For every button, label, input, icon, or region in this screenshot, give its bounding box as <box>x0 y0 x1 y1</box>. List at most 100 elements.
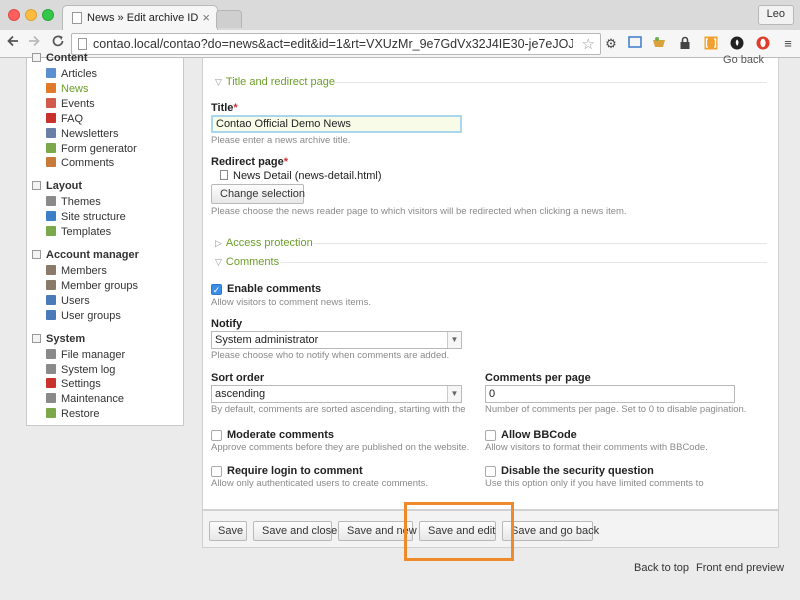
legend-access-protection[interactable]: ▷ Access protection <box>215 237 313 249</box>
change-selection-button[interactable]: Change selection <box>211 184 305 204</box>
nav-group-layout[interactable]: Layout <box>32 180 82 192</box>
edit-form: Go back ▽ Title and redirect page Title* … <box>202 54 779 510</box>
save-button[interactable]: Save <box>209 521 247 541</box>
required-mark: * <box>283 156 289 168</box>
window-titlebar: News » Edit archive ID 1 - × Leo <box>0 0 800 31</box>
lock-icon[interactable] <box>677 36 693 52</box>
front-end-preview-link[interactable]: Front end preview <box>696 562 784 574</box>
moderate-comments-checkbox[interactable] <box>211 430 222 441</box>
save-and-go-back-button[interactable]: Save and go back <box>502 521 599 541</box>
enable-comments-checkbox[interactable]: ✓ <box>211 284 222 295</box>
nav-group-label: System <box>46 332 86 345</box>
collapse-toggle-icon[interactable] <box>32 250 41 259</box>
gear-icon[interactable]: ⚙ <box>603 36 619 52</box>
divider <box>333 82 767 83</box>
user-groups-icon <box>46 309 56 320</box>
sidebar-item-label: Restore <box>61 408 100 421</box>
browser-tab-active[interactable]: News » Edit archive ID 1 - × <box>62 5 218 31</box>
page-info-icon[interactable] <box>78 38 87 50</box>
sidebar-item-themes[interactable]: Themes <box>46 196 101 208</box>
tab-close-icon[interactable]: × <box>202 10 210 25</box>
comments-per-page-input[interactable] <box>485 385 735 403</box>
sidebar-item-form-generator[interactable]: Form generator <box>46 142 137 155</box>
allow-bbcode-checkbox[interactable] <box>485 430 496 441</box>
sidebar-item-label: File manager <box>61 348 126 361</box>
sidebar-item-news[interactable]: News <box>46 82 89 95</box>
disable-security-question-checkbox[interactable] <box>485 466 496 477</box>
go-back-link[interactable]: Go back <box>723 54 764 66</box>
redirect-label: Redirect page* <box>211 156 288 168</box>
notify-select[interactable]: System administrator ▼ <box>211 331 462 349</box>
url-text: contao.local/contao?do=news&act=edit&id=… <box>93 37 573 51</box>
require-login-label[interactable]: Require login to comment <box>227 465 363 477</box>
sidebar-item-events[interactable]: Events <box>46 97 95 110</box>
allow-bbcode-label[interactable]: Allow BBCode <box>501 429 577 441</box>
sidebar-item-user-groups[interactable]: User groups <box>46 309 121 322</box>
sidebar-item-label: Articles <box>61 68 98 80</box>
notify-selected-value: System administrator <box>215 334 319 346</box>
shield-icon[interactable] <box>729 36 745 52</box>
nav-group-system[interactable]: System <box>32 333 85 345</box>
opera-icon[interactable] <box>755 36 771 52</box>
save-and-new-button[interactable]: Save and new <box>338 521 417 541</box>
bracket-icon[interactable] <box>703 36 719 52</box>
require-login-help: Allow only authenticated users to create… <box>211 478 429 489</box>
bookmark-star-icon[interactable]: ☆ <box>582 35 595 53</box>
back-icon[interactable] <box>4 34 22 52</box>
disable-security-question-label[interactable]: Disable the security question <box>501 465 654 477</box>
sidebar-item-restore[interactable]: Restore <box>46 408 100 420</box>
window-maximize-button[interactable] <box>42 9 54 21</box>
member-groups-icon <box>46 279 56 290</box>
enable-comments-help: Allow visitors to comment news items. <box>211 297 371 308</box>
sidebar-item-templates[interactable]: Templates <box>46 226 111 238</box>
moderate-comments-label[interactable]: Moderate comments <box>227 429 334 441</box>
sidebar-item-users[interactable]: Users <box>46 294 90 307</box>
basket-icon[interactable] <box>651 36 667 52</box>
sidebar-item-faq[interactable]: FAQ <box>46 112 83 125</box>
require-login-checkbox[interactable] <box>211 466 222 477</box>
sidebar-item-comments[interactable]: Comments <box>46 157 114 169</box>
sidebar-item-site-structure[interactable]: Site structure <box>46 211 126 223</box>
sidebar-item-maintenance[interactable]: Maintenance <box>46 393 124 405</box>
allow-bbcode-help: Allow visitors to format their comments … <box>485 442 708 453</box>
forward-icon[interactable] <box>25 34 43 52</box>
redirect-help: Please choose the news reader page to wh… <box>211 206 627 217</box>
save-and-close-button[interactable]: Save and close <box>253 521 337 541</box>
sidebar-item-file-manager[interactable]: File manager <box>46 348 126 361</box>
window-close-button[interactable] <box>8 9 20 21</box>
sidebar-item-members[interactable]: Members <box>46 265 107 277</box>
collapse-toggle-icon[interactable] <box>32 333 41 343</box>
sidebar-item-settings[interactable]: Settings <box>46 378 101 390</box>
nav-group-content[interactable]: Content <box>32 52 88 64</box>
chevron-down-icon: ▼ <box>447 332 461 348</box>
menu-icon[interactable]: ≡ <box>780 36 796 52</box>
sort-order-select[interactable]: ascending ▼ <box>211 385 462 403</box>
screenshot-icon[interactable] <box>627 36 643 52</box>
nav-group-account-manager[interactable]: Account manager <box>32 249 139 261</box>
sidebar-item-system-log[interactable]: System log <box>46 363 115 376</box>
collapse-toggle-icon[interactable] <box>32 181 41 191</box>
collapse-toggle-icon[interactable] <box>32 53 41 62</box>
reload-icon[interactable] <box>49 34 67 52</box>
title-input[interactable] <box>211 115 462 133</box>
back-to-top-link[interactable]: Back to top <box>634 562 689 574</box>
address-bar[interactable]: contao.local/contao?do=news&act=edit&id=… <box>71 33 601 55</box>
legend-title-redirect[interactable]: ▽ Title and redirect page <box>215 76 335 88</box>
legend-comments[interactable]: ▽ Comments <box>215 256 279 268</box>
legend-label: Access protection <box>225 237 313 249</box>
sidebar-item-label: Settings <box>61 378 101 391</box>
form-generator-icon <box>46 142 56 153</box>
sidebar-item-member-groups[interactable]: Member groups <box>46 279 138 292</box>
enable-comments-label[interactable]: Enable comments <box>227 283 321 295</box>
window-minimize-button[interactable] <box>25 9 37 21</box>
sidebar-item-newsletters[interactable]: Newsletters <box>46 127 119 140</box>
profile-button[interactable]: Leo <box>757 5 794 25</box>
new-tab-button[interactable] <box>216 10 242 28</box>
sidebar-item-label: Comments <box>61 157 115 170</box>
sidebar-item-articles[interactable]: Articles <box>46 68 97 80</box>
legend-label: Comments <box>225 256 280 268</box>
divider <box>313 243 767 244</box>
expanded-triangle-icon: ▽ <box>215 257 222 267</box>
templates-icon <box>46 226 56 237</box>
sidebar-item-label: Newsletters <box>61 127 119 140</box>
